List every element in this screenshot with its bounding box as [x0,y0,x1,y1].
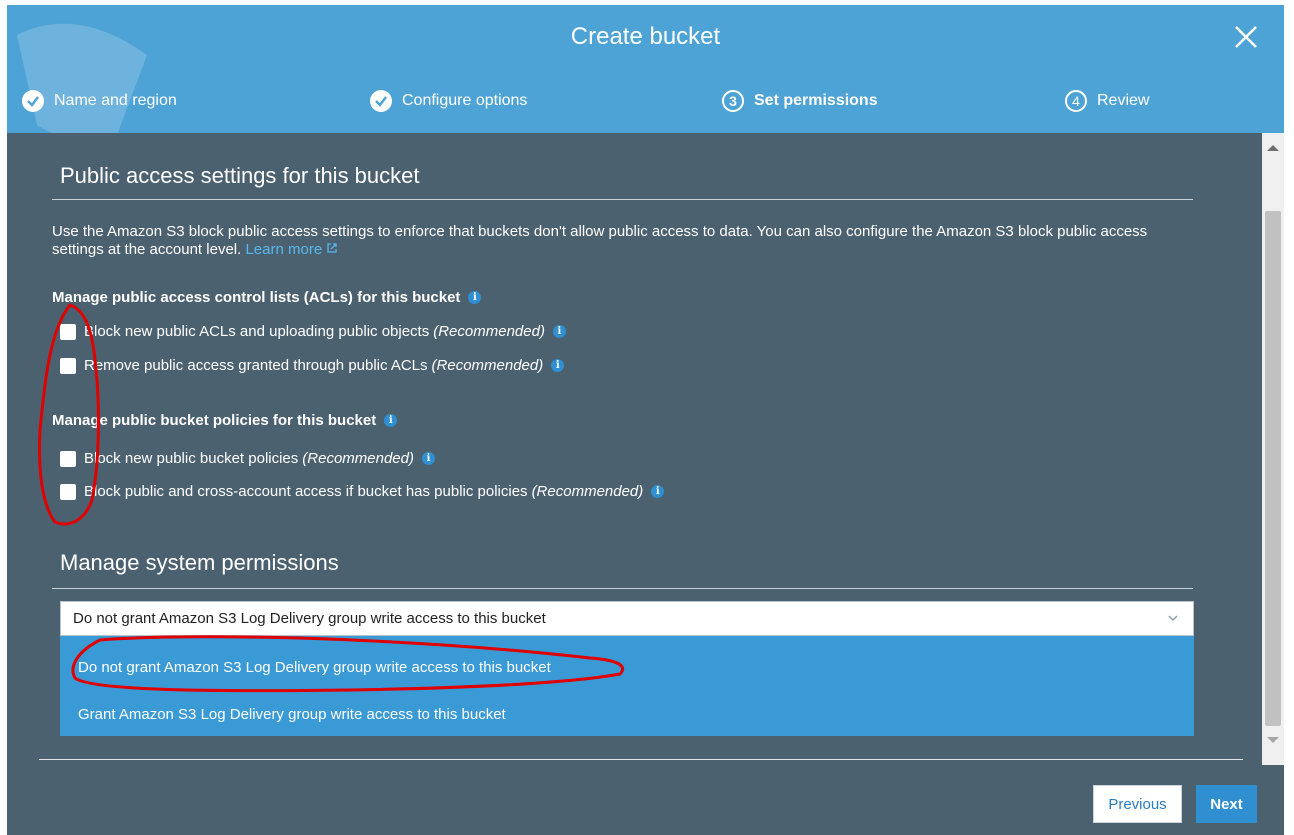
info-icon[interactable]: i [384,414,398,427]
step-configure-options[interactable]: Configure options [370,87,527,115]
public-access-title: Public access settings for this bucket [60,163,420,188]
step-review[interactable]: 4 Review [1065,87,1149,115]
checkbox[interactable] [60,357,76,374]
option-remove-public-acls: Remove public access granted through pub… [60,357,565,374]
step-label: Name and region [54,92,177,109]
option-note: (Recommended) [431,357,544,374]
step-number: 3 [722,90,744,112]
info-icon[interactable]: i [422,452,435,465]
option-note: (Recommended) [433,323,545,340]
dialog-content: Public access settings for this bucket U… [7,133,1262,765]
close-button[interactable] [1230,21,1262,53]
divider [52,199,1193,200]
step-number: 4 [1065,90,1087,112]
divider [52,588,1193,589]
log-delivery-select[interactable]: Do not grant Amazon S3 Log Delivery grou… [60,601,1194,636]
option-label: Remove public access granted through pub… [84,357,428,374]
public-access-description: Use the Amazon S3 block public access se… [52,223,1182,259]
info-icon[interactable]: i [552,325,566,338]
dialog-header: Create bucket Name and region Configure … [7,5,1284,133]
footer-divider [39,759,1243,760]
next-button[interactable]: Next [1196,785,1257,823]
info-icon[interactable]: i [551,359,565,372]
step-name-and-region[interactable]: Name and region [22,87,177,115]
checkbox[interactable] [60,323,76,340]
log-delivery-dropdown: Do not grant Amazon S3 Log Delivery grou… [60,636,1194,736]
check-icon [22,90,44,112]
checkbox[interactable] [60,450,76,467]
option-label: Block new public bucket policies [84,450,299,467]
scroll-down-icon[interactable] [1267,737,1279,743]
check-icon [370,90,392,112]
checkbox[interactable] [60,483,76,500]
scroll-thumb[interactable] [1265,211,1281,726]
option-block-new-public-acls: Block new public ACLs and uploading publ… [60,323,566,340]
learn-more-label: Learn more [245,241,323,258]
step-label: Configure options [402,92,528,109]
description-text: Use the Amazon S3 block public access se… [52,223,1148,258]
step-label: Review [1097,92,1150,109]
step-label: Set permissions [754,92,878,109]
policy-heading: Manage public bucket policies for this b… [52,412,398,429]
system-permissions-title: Manage system permissions [60,550,339,575]
create-bucket-dialog: Create bucket Name and region Configure … [7,5,1284,835]
acl-heading: Manage public access control lists (ACLs… [52,289,482,306]
option-note: (Recommended) [302,450,414,467]
dialog-title: Create bucket [570,23,721,50]
info-icon[interactable]: i [651,485,665,498]
scroll-up-icon[interactable] [1267,145,1279,151]
dropdown-option-grant[interactable]: Grant Amazon S3 Log Delivery group write… [78,706,506,723]
step-set-permissions[interactable]: 3 Set permissions [722,87,878,115]
option-label: Block new public ACLs and uploading publ… [84,323,430,340]
option-label: Block public and cross-account access if… [84,483,528,500]
option-block-cross-account: Block public and cross-account access if… [60,483,665,500]
dropdown-option-do-not-grant[interactable]: Do not grant Amazon S3 Log Delivery grou… [78,659,551,676]
option-block-new-policies: Block new public bucket policies (Recomm… [60,450,435,467]
previous-button[interactable]: Previous [1093,785,1182,823]
select-value: Do not grant Amazon S3 Log Delivery grou… [73,610,546,627]
info-icon[interactable]: i [468,291,482,304]
close-icon [1235,26,1257,48]
chevron-down-icon [1168,615,1178,622]
option-note: (Recommended) [531,483,644,500]
acl-heading-text: Manage public access control lists (ACLs… [52,289,461,306]
external-link-icon [327,243,337,253]
policy-heading-text: Manage public bucket policies for this b… [52,412,377,429]
scrollbar[interactable] [1262,133,1284,765]
learn-more-link[interactable]: Learn more [245,241,338,258]
